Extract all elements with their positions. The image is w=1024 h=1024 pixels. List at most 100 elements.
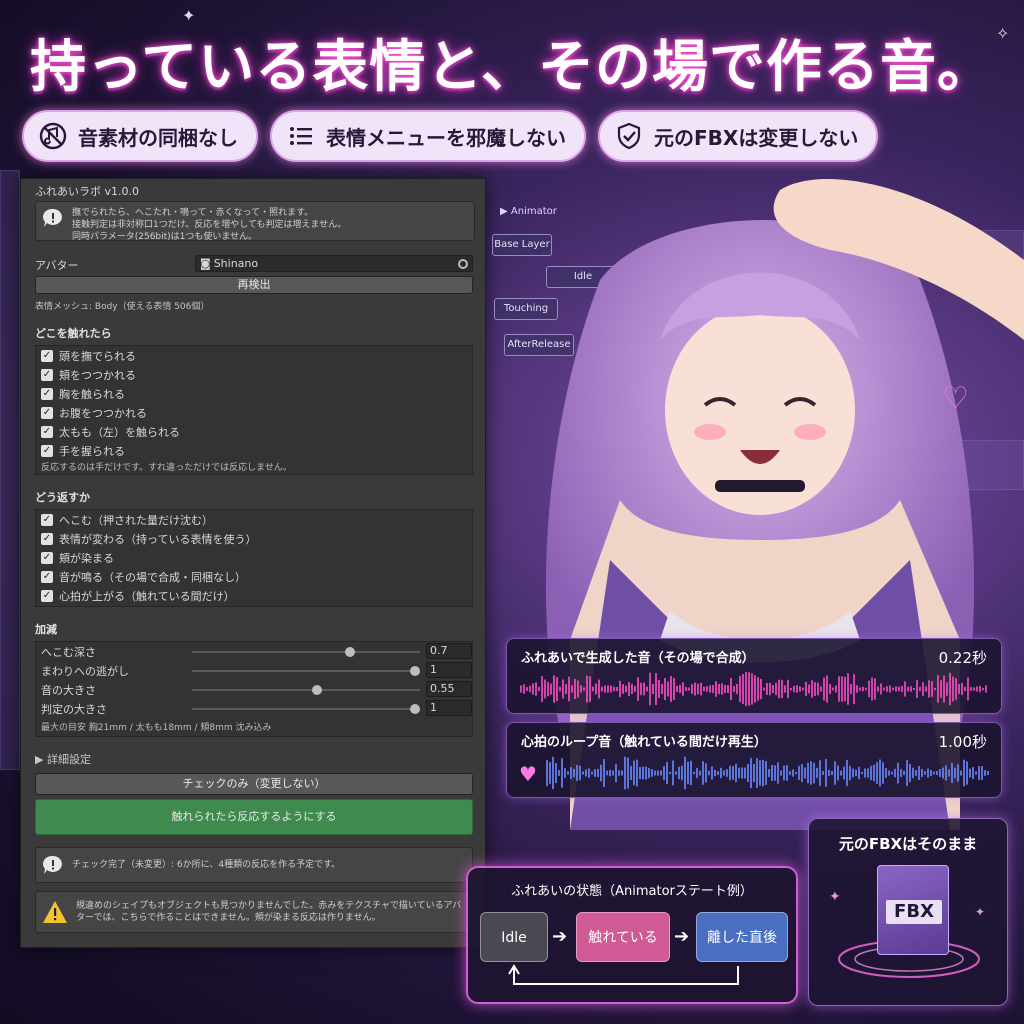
checkbox-checked[interactable]: ✓ — [41, 532, 53, 545]
response-list: ✓ へこむ（押された量だけ沈む） ✓ 表情が変わる（持っている表情を使う） ✓ 頬が染… — [35, 509, 473, 607]
slider-label: へこむ深さ — [41, 645, 96, 659]
checkbox-checked[interactable]: ✓ — [41, 444, 53, 457]
wave-title: 心拍のループ音（触れている間だけ再生） — [521, 735, 767, 750]
feature-pills: 音素材の同梱なし 表情メニューを邪魔しない 元のFBXは変更しない — [22, 110, 879, 162]
heartbeat-sound-card: 心拍のループ音（触れている間だけ再生） 1.00秒 ♥ — [506, 722, 1002, 798]
checkbox-checked[interactable]: ✓ — [41, 513, 53, 526]
avatar-value: Shinano — [213, 257, 259, 270]
avatar-icon: ◙ — [200, 257, 211, 270]
feature-pill-label: 表情メニューを邪魔しない — [326, 125, 566, 150]
touch-item-label: 胸を触られる — [59, 387, 125, 401]
response-item-label: 心拍が上がる（触れている間だけ） — [59, 589, 235, 603]
background-shelf — [0, 170, 20, 770]
checkbox-checked[interactable]: ✓ — [41, 551, 53, 564]
slider-knob[interactable] — [311, 685, 322, 695]
checkbox-checked[interactable]: ✓ — [41, 589, 53, 602]
inspector-panel: ふれあいラボ v1.0.0 撫でられたら、へこたれ・鳴って・赤くなって・照れます… — [20, 178, 486, 948]
slider-value[interactable]: 0.7 — [426, 643, 472, 659]
avatar-object-field[interactable]: ◙ Shinano — [195, 255, 473, 272]
advanced-foldout[interactable]: ▶ 詳細設定 — [35, 751, 91, 767]
state-after-release: 離した直後 — [696, 912, 788, 962]
redetect-button[interactable]: 再検出 — [35, 276, 473, 294]
sparkle-icon: ✦ — [829, 889, 841, 905]
waveform — [520, 671, 987, 707]
fbx-file-icon: FBX — [877, 865, 949, 955]
adjust-section-title: 加減 — [35, 623, 57, 636]
object-picker-icon[interactable] — [458, 259, 468, 269]
adjust-list: へこむ深さ 0.7 まわりへの逃がし 1 音の大きさ 0.55 判定の大きさ 1… — [35, 641, 473, 737]
state-diagram-card: ふれあいの状態（Animatorステート例） Idle ➔ 触れている ➔ 離し… — [466, 866, 798, 1004]
checkbox-checked[interactable]: ✓ — [41, 406, 53, 419]
waveform: ♥ — [519, 756, 989, 790]
state-idle: Idle — [480, 912, 548, 962]
headline: 持っている表情と、その場で作る音。 — [30, 35, 994, 100]
response-item-label: へこむ（押された量だけ沈む） — [59, 513, 213, 527]
sparkle-icon: ✦ — [975, 905, 986, 919]
fbx-file-label: FBX — [886, 900, 942, 924]
touch-item[interactable]: ✓ 手を握られる — [36, 441, 472, 460]
intro-help-line: 同時パラメータ(256bit)は1つも使いません。 — [72, 232, 258, 242]
return-arrow-icon — [508, 964, 739, 985]
warning-help-line: 規違めのシェイプもオブジェクトも見つかりませんでした。赤みをテクスチャで描いてい… — [76, 901, 462, 911]
touch-item-label: 太もも（左）を触られる — [59, 425, 180, 439]
wave-duration: 0.22秒 — [938, 649, 987, 667]
mesh-info: 表情メッシュ: Body（使える表情 506個） — [35, 302, 210, 312]
apply-button[interactable]: 触れられたら反応するようにする — [35, 799, 473, 835]
adjust-note: 最大の目安 胸21mm / 太もも18mm / 頬8mm 沈み込み — [41, 723, 272, 733]
response-item-label: 表情が変わる（持っている表情を使う） — [59, 532, 257, 546]
state-diagram-title: ふれあいの状態（Animatorステート例） — [511, 884, 753, 899]
no-music-icon — [39, 122, 67, 150]
touch-note: 反応するのは手だけです。すれ違っただけでは反応しません。 — [41, 463, 292, 473]
checkbox-checked[interactable]: ✓ — [41, 570, 53, 583]
touch-item-label: 手を握られる — [59, 444, 125, 458]
touch-item[interactable]: ✓ 太もも（左）を触られる — [36, 422, 472, 441]
info-icon — [42, 855, 62, 874]
slider-track[interactable] — [192, 708, 420, 710]
slider-value[interactable]: 0.55 — [426, 681, 472, 697]
slider-knob[interactable] — [410, 666, 420, 676]
intro-help-box: 撫でられたら、へこたれ・鳴って・赤くなって・照れます。 接触判定は非対称口1つだ… — [35, 201, 475, 242]
slider-label: まわりへの逃がし — [41, 664, 129, 678]
touch-item-label: 頬をつつかれる — [59, 368, 136, 382]
arrow-right-icon: ➔ — [674, 926, 690, 947]
touch-item[interactable]: ✓ お腹をつつかれる — [36, 403, 472, 422]
check-only-button[interactable]: チェックのみ（変更しない） — [35, 773, 473, 795]
avatar-label: アバター — [35, 259, 79, 272]
response-item[interactable]: ✓ 表情が変わる（持っている表情を使う） — [36, 529, 472, 548]
touch-item[interactable]: ✓ 胸を触られる — [36, 384, 472, 403]
checkbox-checked[interactable]: ✓ — [41, 387, 53, 400]
checkbox-checked[interactable]: ✓ — [41, 349, 53, 362]
slider-row: 音の大きさ 0.55 — [36, 680, 472, 699]
checkbox-checked[interactable]: ✓ — [41, 368, 53, 381]
state-touching: 触れている — [576, 912, 670, 962]
response-item[interactable]: ✓ へこむ（押された量だけ沈む） — [36, 510, 472, 529]
slider-track[interactable] — [192, 651, 420, 653]
choker — [715, 480, 805, 492]
heart-icon: ♥ — [519, 762, 537, 786]
slider-row: へこむ深さ 0.7 — [36, 642, 472, 661]
slider-row: 判定の大きさ 1 — [36, 699, 472, 718]
warning-icon — [43, 901, 67, 923]
response-item[interactable]: ✓ 心拍が上がる（触れている間だけ） — [36, 586, 472, 605]
fbx-card-title: 元のFBXはそのまま — [838, 835, 978, 853]
wave-duration: 1.00秒 — [938, 733, 987, 751]
touch-section-title: どこを触れたら — [35, 327, 112, 340]
checkbox-checked[interactable]: ✓ — [41, 425, 53, 438]
feature-pill: 音素材の同梱なし — [22, 110, 258, 162]
response-item[interactable]: ✓ 音が鳴る（その場で合成・同梱なし） — [36, 567, 472, 586]
slider-knob[interactable] — [344, 647, 355, 657]
touch-item[interactable]: ✓ 頭を撫でられる — [36, 346, 472, 365]
response-item[interactable]: ✓ 頬が染まる — [36, 548, 472, 567]
slider-value[interactable]: 1 — [426, 662, 472, 678]
slider-row: まわりへの逃がし 1 — [36, 661, 472, 680]
warning-help-box: 規違めのシェイプもオブジェクトも見つかりませんでした。赤みをテクスチャで描いてい… — [35, 891, 473, 933]
slider-knob[interactable] — [410, 704, 420, 714]
slider-track[interactable] — [192, 670, 420, 672]
shield-check-icon — [617, 122, 641, 150]
touch-item[interactable]: ✓ 頬をつつかれる — [36, 365, 472, 384]
generated-sound-card: ふれあいで生成した音（その場で合成） 0.22秒 — [506, 638, 1002, 714]
touch-item-label: お腹をつつかれる — [59, 406, 147, 420]
slider-value[interactable]: 1 — [426, 700, 472, 716]
list-icon — [290, 127, 312, 145]
slider-track[interactable] — [192, 689, 420, 691]
